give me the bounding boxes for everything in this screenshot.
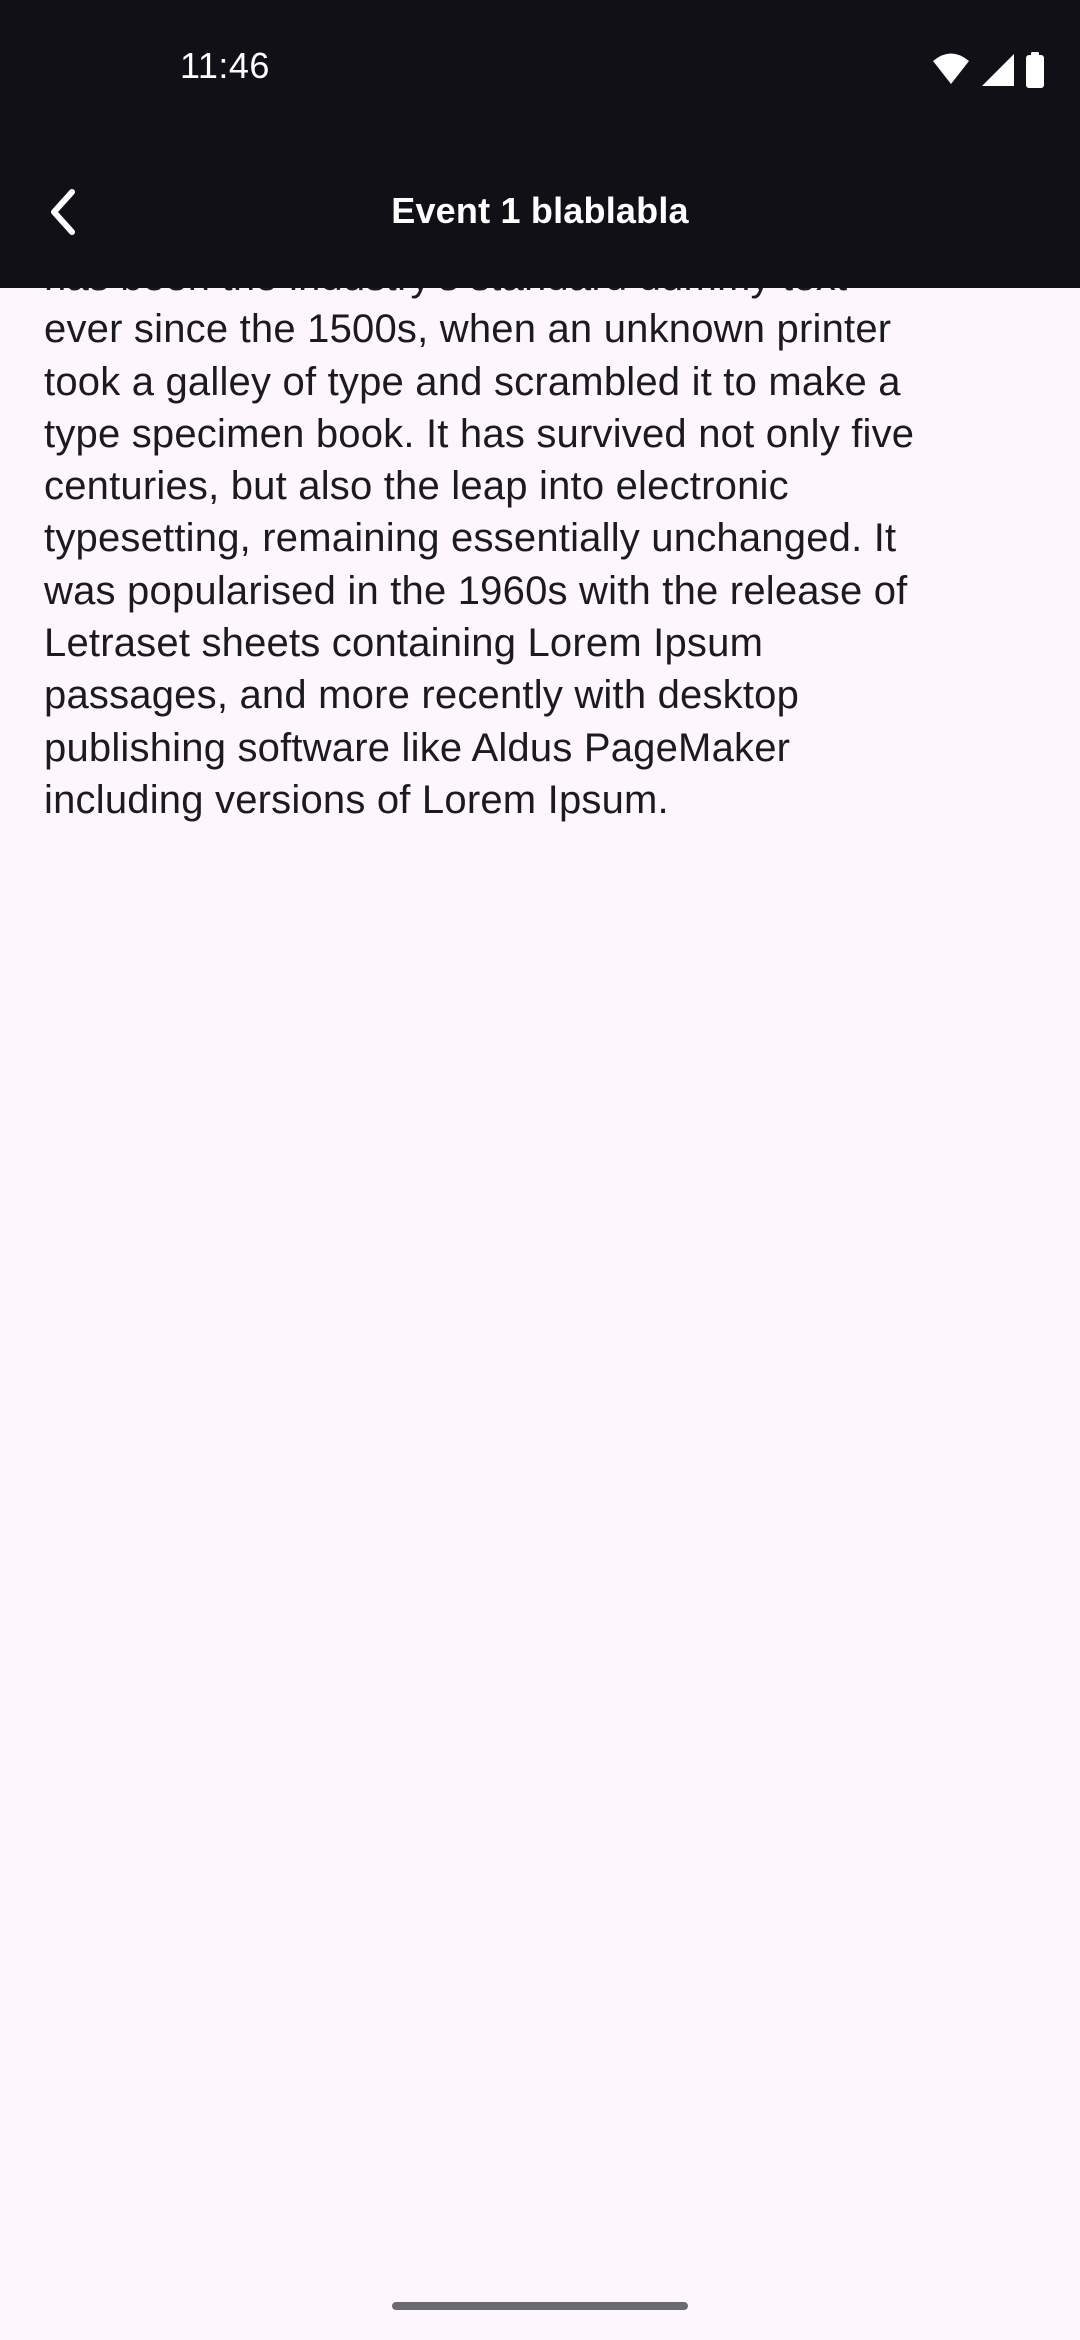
status-icons xyxy=(932,52,1046,88)
status-time: 11:46 xyxy=(180,45,270,86)
battery-icon xyxy=(1024,52,1046,88)
home-indicator[interactable] xyxy=(392,2302,688,2310)
wifi-icon xyxy=(932,52,970,88)
event-description-text: has been the industry's standard dummy t… xyxy=(44,255,915,822)
signal-icon xyxy=(980,52,1014,88)
page-title: Event 1 blablabla xyxy=(391,190,689,231)
top-app-bar: 11:46 Event 1 blablabla xyxy=(0,0,1080,288)
